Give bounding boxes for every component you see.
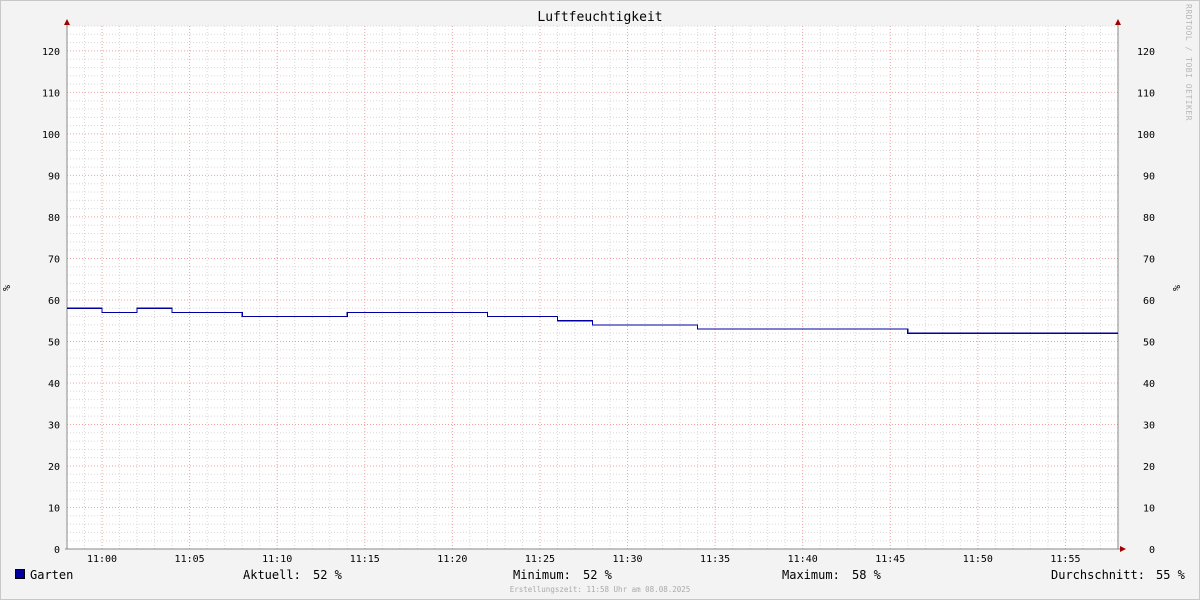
y-tick-label-right: 110 [1137, 88, 1155, 99]
x-tick-label: 11:55 [1050, 554, 1080, 565]
x-tick-label: 11:15 [350, 554, 380, 565]
legend-series-name: Garten [30, 568, 74, 582]
stat-current-value: 52 % [313, 568, 342, 582]
y-tick-label-left: 70 [48, 254, 60, 265]
y-tick-label-left: 30 [48, 420, 60, 431]
x-tick-label: 11:35 [700, 554, 730, 565]
x-tick-label: 11:05 [175, 554, 205, 565]
stat-current-label: Aktuell: [243, 568, 301, 582]
x-tick-label: 11:25 [525, 554, 555, 565]
stat-max-value: 58 % [852, 568, 881, 582]
y-tick-label-left: 90 [48, 171, 60, 182]
stat-min-value: 52 % [583, 568, 612, 582]
y-tick-label-right: 90 [1143, 171, 1155, 182]
y-tick-label-right: 80 [1143, 213, 1155, 224]
y-tick-label-right: 50 [1143, 337, 1155, 348]
grid-layer [67, 25, 1118, 549]
stat-avg-value: 55 % [1156, 568, 1185, 582]
x-tick-label: 11:45 [875, 554, 905, 565]
plot-area: 0 0 10 10 20 20 30 30 40 40 50 50 60 60 70 70 80 80 90 90 10… [2, 19, 1183, 565]
y-tick-label-right: 10 [1143, 503, 1155, 514]
y-tick-label-left: 40 [48, 379, 60, 390]
x-tick-label: 11:10 [262, 554, 292, 565]
y-tick-label-right: 20 [1143, 462, 1155, 473]
stat-avg-label: Durchschnitt: [1051, 568, 1145, 582]
x-tick-label: 11:50 [963, 554, 993, 565]
y-tick-label-left: 80 [48, 213, 60, 224]
y-tick-label-right: 100 [1137, 130, 1155, 141]
y-tick-label-right: 0 [1149, 545, 1155, 556]
y-tick-label-left: 120 [42, 47, 60, 58]
y-tick-label-right: 30 [1143, 420, 1155, 431]
legend-row: Garten Aktuell: 52 % Minimum: 52 % Maxim… [0, 566, 1200, 584]
y-tick-label-left: 50 [48, 337, 60, 348]
x-tick-label: 11:30 [612, 554, 642, 565]
y-tick-label-left: 60 [48, 296, 60, 307]
y-tick-label-left: 0 [54, 545, 60, 556]
left-axis-arrow [64, 19, 70, 25]
x-tick-label: 11:20 [437, 554, 467, 565]
y-tick-label-left: 20 [48, 462, 60, 473]
footer-timestamp: Erstellungszeit: 11:58 Uhr am 08.08.2025 [509, 585, 691, 594]
y-tick-label-right: 70 [1143, 254, 1155, 265]
x-tick-label: 11:00 [87, 554, 117, 565]
stat-max-label: Maximum: [782, 568, 840, 582]
y-tick-label-right: 60 [1143, 296, 1155, 307]
legend-swatch-garten [15, 569, 25, 579]
stat-min-label: Minimum: [513, 568, 571, 582]
y-tick-label-right: 40 [1143, 379, 1155, 390]
right-axis-arrow [1115, 19, 1121, 25]
y-axis-title-left: % [2, 285, 13, 291]
x-tick-label: 11:40 [788, 554, 818, 565]
x-axis-arrow [1120, 546, 1126, 552]
y-tick-label-left: 110 [42, 88, 60, 99]
y-tick-label-right: 120 [1137, 47, 1155, 58]
y-tick-label-left: 100 [42, 130, 60, 141]
y-tick-label-left: 10 [48, 503, 60, 514]
y-axis-title-right: % [1172, 285, 1183, 291]
